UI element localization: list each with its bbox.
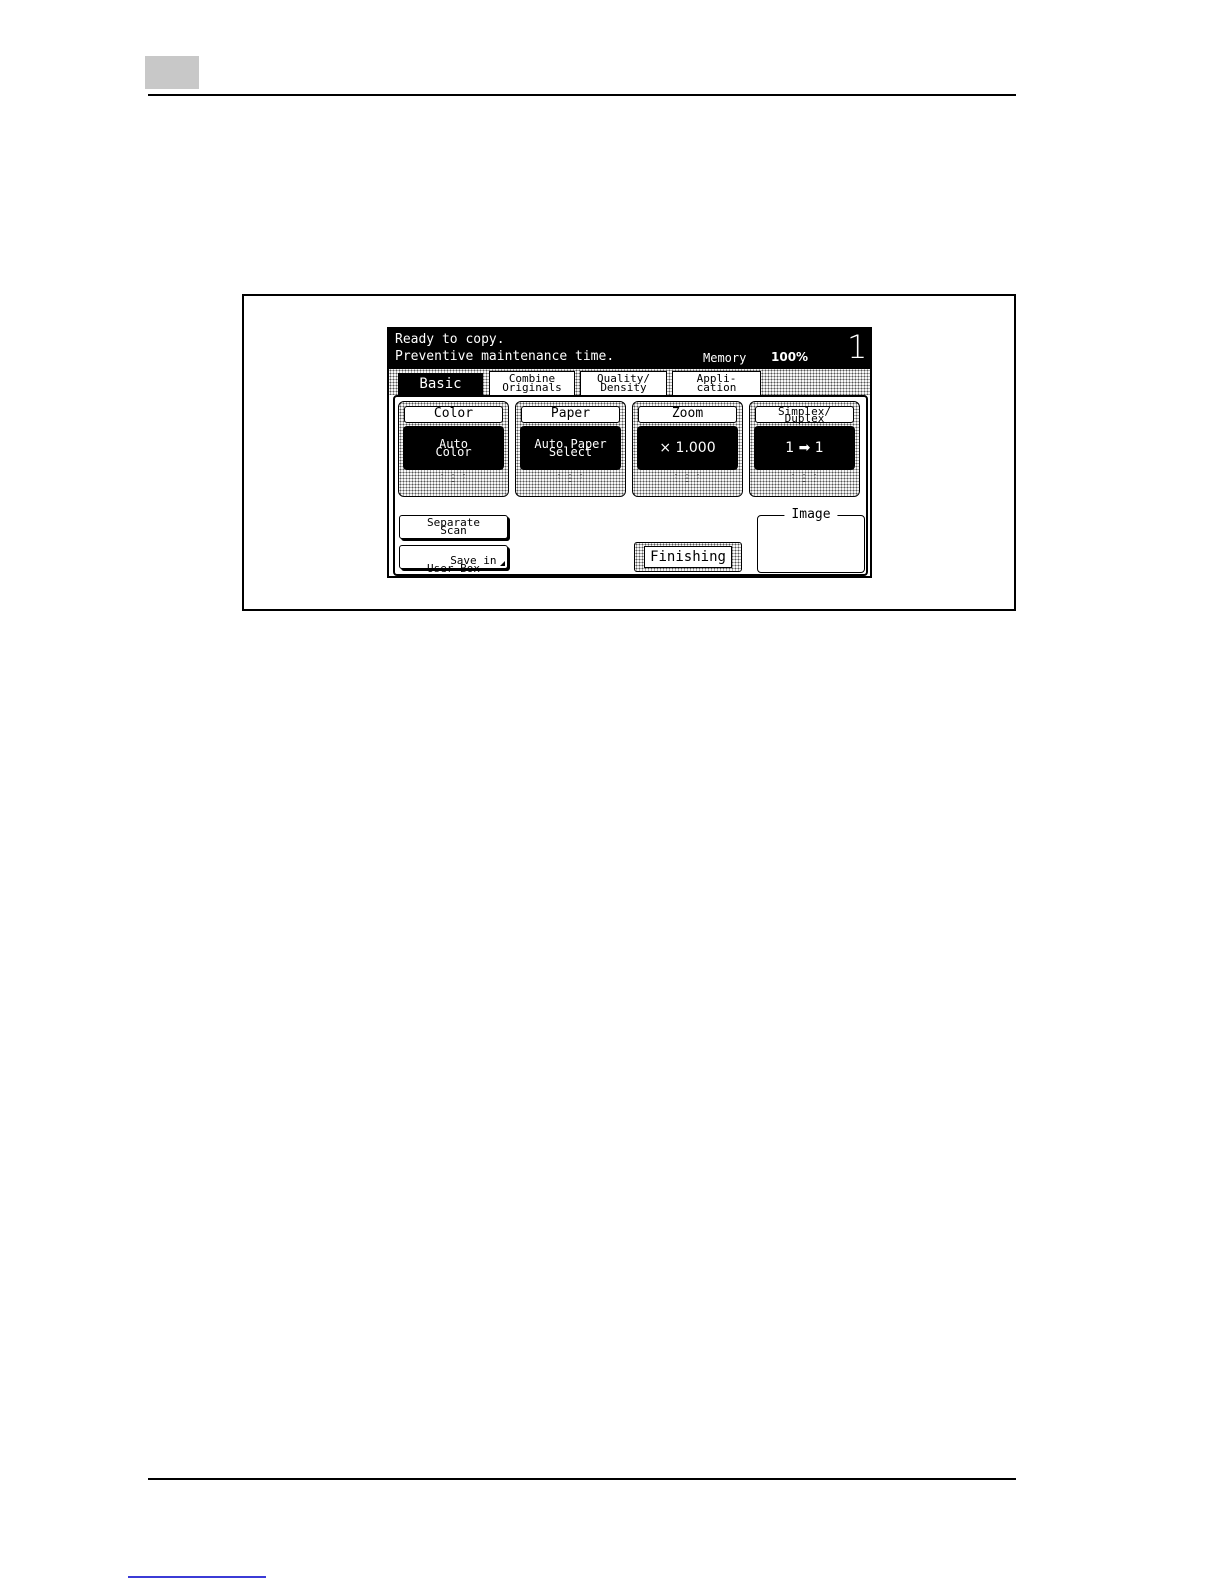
- color-label: Color: [404, 406, 503, 423]
- finishing-label: Finishing: [644, 546, 732, 568]
- simplex-duplex-value: 1 ➡ 1: [754, 426, 855, 470]
- zoom-value: × 1.000: [637, 426, 738, 470]
- color-value: Auto Color: [403, 426, 504, 470]
- memory-value: 100%: [771, 350, 809, 364]
- tab-application[interactable]: Appli- cation: [672, 371, 761, 395]
- tab-basic[interactable]: Basic: [398, 373, 483, 395]
- status-message: Ready to copy.: [395, 332, 505, 347]
- tab-strip: Basic Combine Originals Quality/ Density…: [389, 369, 870, 395]
- copy-count: 1: [847, 328, 868, 366]
- grip-icon: ⋮⋮⋮: [671, 473, 704, 484]
- separate-scan-button[interactable]: Separate Scan: [399, 515, 508, 539]
- paper-value: Auto Paper Select: [520, 426, 621, 470]
- image-preview-box: Image: [757, 507, 865, 573]
- tab-combine-originals[interactable]: Combine Originals: [489, 371, 575, 395]
- tab-quality-density[interactable]: Quality/ Density: [580, 371, 667, 395]
- color-button[interactable]: Color Auto Color ⋮⋮⋮: [398, 401, 509, 497]
- memory-label: Memory: [703, 351, 747, 365]
- footer-rule: [148, 1478, 1016, 1480]
- status-bar: Ready to copy. Preventive maintenance ti…: [389, 329, 870, 369]
- zoom-label: Zoom: [638, 406, 737, 423]
- paper-button[interactable]: Paper Auto Paper Select ⋮⋮⋮: [515, 401, 626, 497]
- chapter-number-box: [145, 56, 199, 89]
- paper-label: Paper: [521, 406, 620, 423]
- finishing-button[interactable]: Finishing: [634, 542, 742, 572]
- bottom-link-underline[interactable]: [128, 1576, 266, 1578]
- save-in-user-box-button[interactable]: Save in User Box: [399, 545, 508, 574]
- header-rule: [148, 94, 1016, 96]
- image-label: Image: [784, 507, 838, 522]
- grip-icon: ⋮⋮⋮: [554, 473, 587, 484]
- save-in-user-box-label: Save in User Box: [427, 554, 497, 575]
- grip-icon: ⋮⋮⋮: [788, 473, 821, 484]
- corner-arrow-icon: [500, 561, 505, 566]
- copier-control-panel: Ready to copy. Preventive maintenance ti…: [387, 327, 872, 578]
- basic-settings-area: Color Auto Color ⋮⋮⋮ Paper Auto Paper Se…: [393, 395, 868, 576]
- maintenance-message: Preventive maintenance time.: [395, 349, 615, 364]
- simplex-duplex-button[interactable]: Simplex/ Duplex 1 ➡ 1 ⋮⋮⋮: [749, 401, 860, 497]
- simplex-duplex-label: Simplex/ Duplex: [755, 406, 854, 424]
- zoom-button[interactable]: Zoom × 1.000 ⋮⋮⋮: [632, 401, 743, 497]
- grip-icon: ⋮⋮⋮: [437, 473, 470, 484]
